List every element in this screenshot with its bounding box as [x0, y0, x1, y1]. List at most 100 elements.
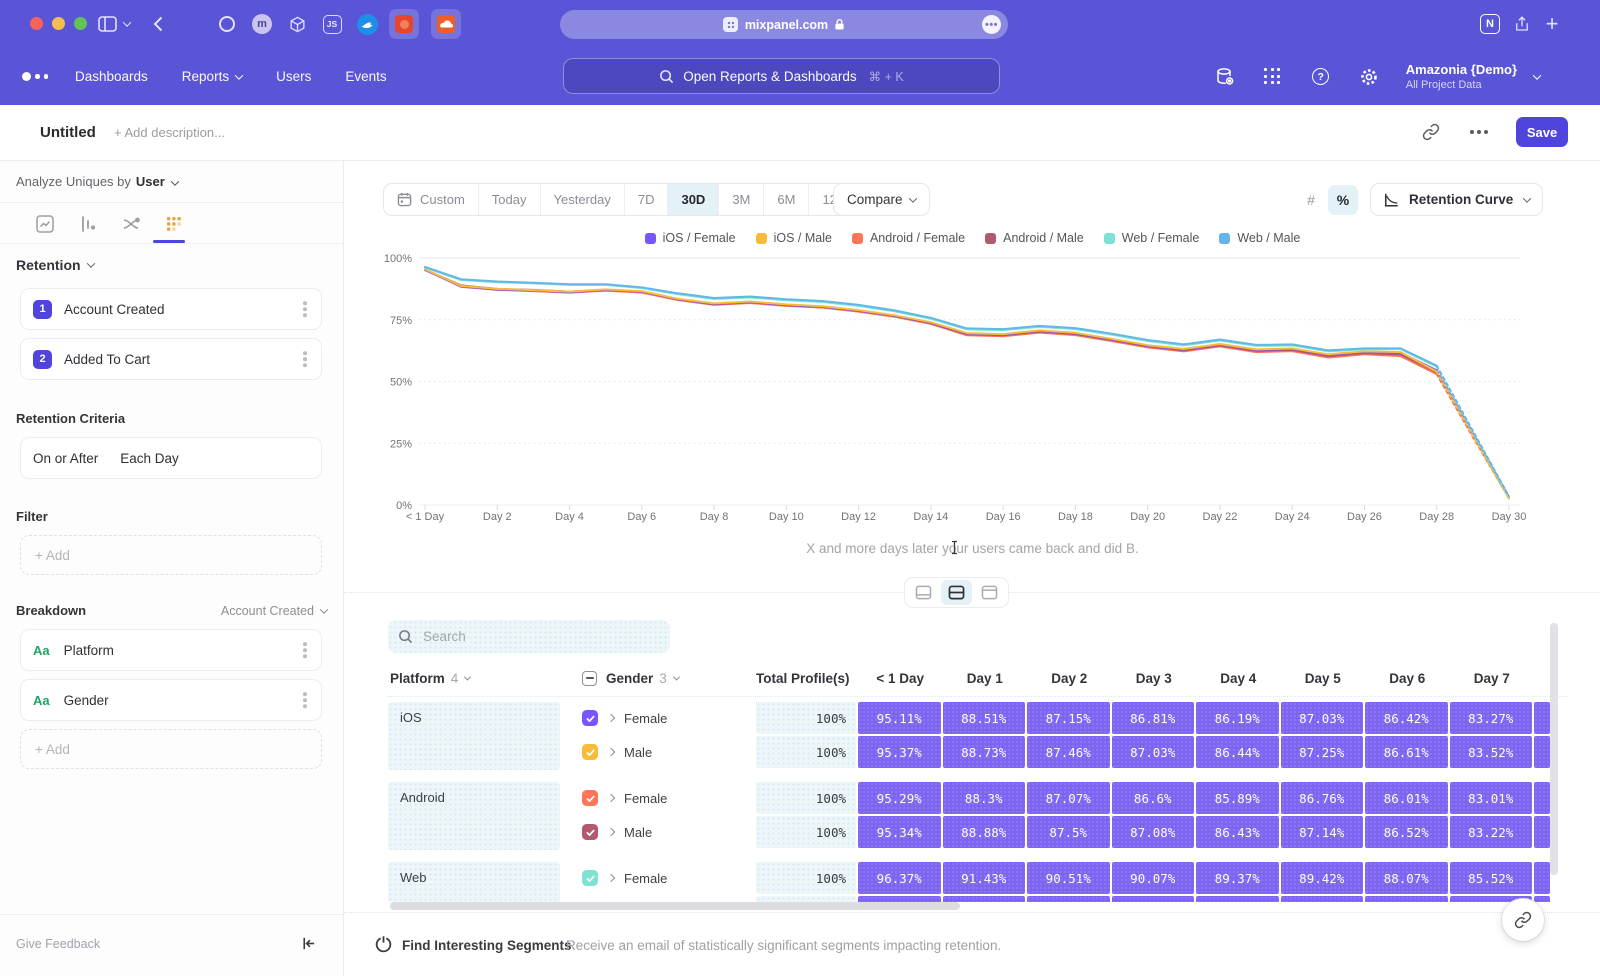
retention-step-1[interactable]: 1Account Created [20, 288, 322, 330]
criteria-each-day[interactable]: Each Day [120, 451, 179, 466]
legend-item[interactable]: iOS / Male [756, 231, 832, 245]
breakdown-item-platform[interactable]: AaPlatform [20, 629, 322, 671]
layout-chart-only-button[interactable] [908, 580, 939, 605]
tab-icon-soundcloud-active[interactable] [431, 9, 461, 39]
data-management-icon[interactable] [1214, 66, 1236, 88]
chevron-down-icon[interactable] [120, 12, 134, 36]
table-search[interactable] [388, 620, 670, 653]
tab-icon-avatar-m[interactable]: m [247, 9, 277, 39]
legend-item[interactable]: Web / Male [1219, 231, 1300, 245]
retention-section-header[interactable]: Retention [16, 257, 327, 273]
step-options-kebab[interactable] [303, 307, 307, 311]
range-30d[interactable]: 30D [667, 184, 718, 215]
retention-criteria-card[interactable]: On or After Each Day [20, 437, 322, 479]
breakdown-add-button[interactable]: + Add [20, 729, 322, 769]
help-icon[interactable]: ? [1310, 66, 1332, 88]
nav-item-dashboards[interactable]: Dashboards [75, 69, 148, 84]
unit-percent-button[interactable]: % [1328, 185, 1358, 215]
range-6m[interactable]: 6M [763, 184, 808, 215]
tab-insights-icon[interactable] [32, 211, 58, 237]
tab-flows-icon[interactable] [118, 211, 144, 237]
url-bar[interactable]: mixpanel.com ••• [560, 10, 1008, 39]
maximize-window-button[interactable] [74, 17, 87, 30]
retention-step-2[interactable]: 2Added To Cart [20, 338, 322, 380]
close-window-button[interactable] [30, 17, 43, 30]
url-extensions-button[interactable]: ••• [982, 15, 1001, 34]
global-search[interactable]: Open Reports & Dashboards ⌘ + K [563, 58, 1000, 94]
criteria-on-or-after[interactable]: On or After [33, 451, 98, 466]
minimize-window-button[interactable] [52, 17, 65, 30]
legend-item[interactable]: Android / Female [852, 231, 965, 245]
vertical-scrollbar[interactable] [1550, 623, 1558, 875]
more-options-icon[interactable] [1468, 121, 1490, 143]
expand-row-icon[interactable] [608, 795, 614, 801]
table-search-input[interactable] [421, 628, 641, 645]
range-custom[interactable]: Custom [384, 184, 478, 215]
range-today[interactable]: Today [478, 184, 540, 215]
column-header---1-day[interactable]: < 1 Day [858, 671, 943, 686]
column-header-day-7[interactable]: Day 7 [1450, 671, 1535, 686]
filter-add-button[interactable]: + Add [20, 535, 322, 575]
save-button[interactable]: Save [1516, 117, 1568, 147]
step-options-kebab[interactable] [303, 357, 307, 361]
collapse-sidebar-icon[interactable] [300, 935, 317, 957]
analyze-uniques-dropdown[interactable]: Analyze Uniques byUser [16, 174, 327, 189]
platform-cell-android[interactable]: Android [388, 782, 560, 850]
series-checkbox[interactable] [582, 710, 598, 726]
sidebar-toggle-icon[interactable] [95, 12, 119, 36]
copy-link-icon[interactable] [1420, 121, 1442, 143]
settings-gear-icon[interactable] [1358, 66, 1380, 88]
range-3m[interactable]: 3M [718, 184, 763, 215]
select-all-checkbox[interactable] [582, 671, 597, 686]
layout-split-button[interactable] [941, 580, 972, 605]
breakdown-item-gender[interactable]: AaGender [20, 679, 322, 721]
account-switcher[interactable]: Amazonia {Demo} All Project Data [1406, 62, 1540, 91]
legend-item[interactable]: Web / Female [1104, 231, 1200, 245]
tab-icon-ring[interactable] [212, 9, 242, 39]
expand-row-icon[interactable] [608, 715, 614, 721]
breakdown-options-kebab[interactable] [303, 698, 307, 702]
column-header-platform[interactable]: Platform4 [388, 671, 562, 686]
share-icon[interactable] [1510, 12, 1534, 36]
apps-grid-icon[interactable] [1262, 66, 1284, 88]
tab-funnels-icon[interactable] [75, 211, 101, 237]
column-header-day-5[interactable]: Day 5 [1281, 671, 1366, 686]
mixpanel-logo[interactable] [22, 72, 48, 81]
notion-extension-icon[interactable]: N [1478, 12, 1502, 36]
unit-count-button[interactable]: # [1296, 185, 1326, 215]
layout-table-only-button[interactable] [974, 580, 1005, 605]
column-header-day-6[interactable]: Day 6 [1365, 671, 1450, 686]
series-checkbox[interactable] [582, 824, 598, 840]
column-header-gender[interactable]: Gender3 [562, 671, 756, 686]
series-checkbox[interactable] [582, 744, 598, 760]
platform-cell-ios[interactable]: iOS [388, 702, 560, 770]
tab-icon-js[interactable]: JS [317, 9, 347, 39]
column-header-day-4[interactable]: Day 4 [1196, 671, 1281, 686]
nav-item-reports[interactable]: Reports [182, 69, 242, 84]
tab-icon-bird[interactable] [352, 9, 382, 39]
chart-type-dropdown[interactable]: Retention Curve [1370, 183, 1543, 216]
compare-button[interactable]: Compare [833, 183, 930, 216]
segments-title[interactable]: Find Interesting Segments [402, 938, 572, 953]
legend-item[interactable]: iOS / Female [645, 231, 736, 245]
horizontal-scrollbar[interactable] [390, 902, 960, 910]
nav-item-events[interactable]: Events [345, 69, 386, 84]
column-header-day-3[interactable]: Day 3 [1112, 671, 1197, 686]
expand-row-icon[interactable] [608, 829, 614, 835]
expand-row-icon[interactable] [608, 875, 614, 881]
add-description[interactable]: + Add description... [114, 125, 225, 140]
range-yesterday[interactable]: Yesterday [540, 184, 624, 215]
nav-item-users[interactable]: Users [276, 69, 311, 84]
new-tab-icon[interactable]: + [1540, 12, 1564, 36]
back-icon[interactable] [146, 12, 170, 36]
breakdown-options-kebab[interactable] [303, 648, 307, 652]
tab-retention-icon[interactable] [161, 211, 187, 237]
series-checkbox[interactable] [582, 790, 598, 806]
tab-icon-camera-active[interactable] [389, 9, 419, 39]
column-header-day-2[interactable]: Day 2 [1027, 671, 1112, 686]
column-header-day-1[interactable]: Day 1 [943, 671, 1028, 686]
report-title[interactable]: Untitled [40, 124, 96, 141]
series-checkbox[interactable] [582, 870, 598, 886]
breakdown-scope-dropdown[interactable]: Account Created [221, 604, 327, 618]
give-feedback-link[interactable]: Give Feedback [16, 937, 100, 951]
